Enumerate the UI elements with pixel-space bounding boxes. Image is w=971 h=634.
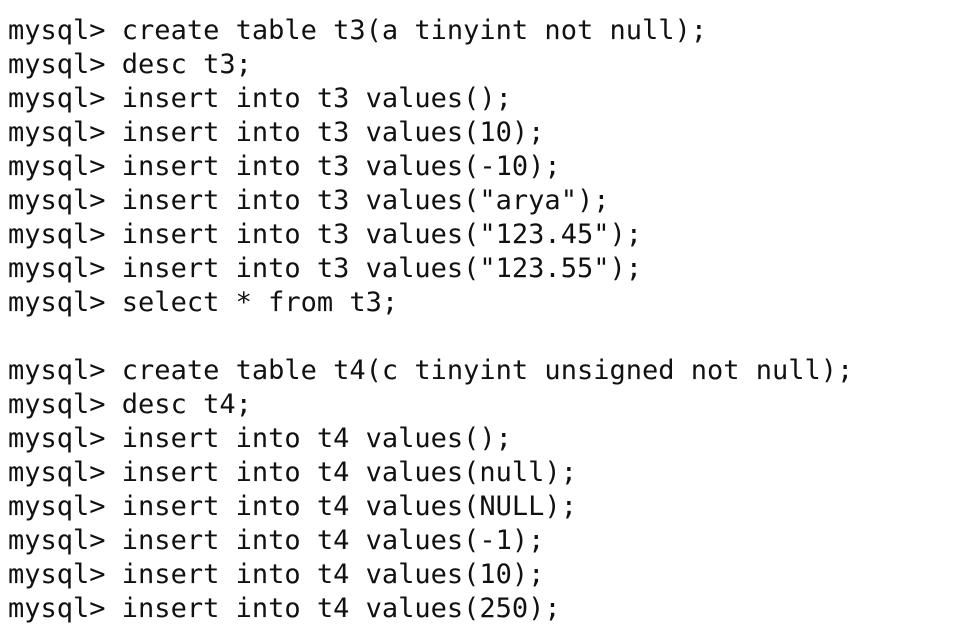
- command-line: mysql> insert into t4 values();: [8, 422, 963, 456]
- command-text: insert into t3 values();: [121, 83, 512, 114]
- command-text: insert into t3 values(10);: [121, 117, 545, 148]
- command-line: mysql> insert into t4 values(null);: [8, 456, 963, 490]
- terminal-output: mysql> create table t3(a tinyint not nul…: [8, 14, 963, 634]
- command-line: mysql> insert into t4 values(NULL);: [8, 490, 963, 524]
- command-line: mysql> desc t4;: [8, 388, 963, 422]
- mysql-prompt: mysql>: [8, 525, 122, 556]
- command-text: insert into t3 values("123.45");: [121, 219, 642, 250]
- mysql-prompt: mysql>: [8, 185, 122, 216]
- mysql-prompt: mysql>: [8, 423, 122, 454]
- command-line: mysql> insert into t3 values(-10);: [8, 150, 963, 184]
- command-line: mysql> create table t4(c tinyint unsigne…: [8, 354, 963, 388]
- mysql-prompt: mysql>: [8, 491, 122, 522]
- mysql-prompt: mysql>: [8, 287, 122, 318]
- mysql-prompt: mysql>: [8, 253, 122, 284]
- command-line: mysql> insert into t3 values("arya");: [8, 184, 963, 218]
- command-text: create table t4(c tinyint unsigned not n…: [121, 355, 854, 386]
- command-text: insert into t3 values(-10);: [121, 151, 561, 182]
- mysql-prompt: mysql>: [8, 219, 122, 250]
- command-line: mysql> insert into t4 values(-1);: [8, 524, 963, 558]
- command-line: mysql> select * from t3;: [8, 286, 963, 320]
- mysql-prompt: mysql>: [8, 355, 122, 386]
- command-line: mysql> create table t3(a tinyint not nul…: [8, 14, 963, 48]
- command-line: mysql> insert into t3 values();: [8, 82, 963, 116]
- command-text: insert into t4 values(10);: [121, 559, 545, 590]
- mysql-prompt: mysql>: [8, 457, 122, 488]
- command-text: select * from t3;: [121, 287, 399, 318]
- mysql-prompt: mysql>: [8, 559, 122, 590]
- command-line: mysql> desc t3;: [8, 48, 963, 82]
- command-text: insert into t3 values("123.55");: [121, 253, 642, 284]
- command-line: mysql> insert into t3 values("123.55");: [8, 252, 963, 286]
- command-text: insert into t3 values("arya");: [121, 185, 610, 216]
- command-text: create table t3(a tinyint not null);: [121, 15, 707, 46]
- command-text: insert into t4 values(NULL);: [121, 491, 577, 522]
- command-text: insert into t4 values();: [121, 423, 512, 454]
- command-line: mysql> insert into t4 values(10);: [8, 558, 963, 592]
- mysql-prompt: mysql>: [8, 593, 122, 624]
- command-text: insert into t4 values(250);: [121, 593, 561, 624]
- command-text: desc t3;: [121, 49, 252, 80]
- command-text: insert into t4 values(null);: [121, 457, 577, 488]
- mysql-prompt: mysql>: [8, 15, 122, 46]
- mysql-prompt: mysql>: [8, 49, 122, 80]
- command-line: mysql> insert into t3 values(10);: [8, 116, 963, 150]
- mysql-prompt: mysql>: [8, 389, 122, 420]
- mysql-prompt: mysql>: [8, 151, 122, 182]
- command-line: mysql> insert into t3 values("123.45");: [8, 218, 963, 252]
- mysql-prompt: mysql>: [8, 83, 122, 114]
- command-text: insert into t4 values(-1);: [121, 525, 545, 556]
- command-text: desc t4;: [121, 389, 252, 420]
- command-line: mysql> insert into t4 values(250);: [8, 592, 963, 626]
- mysql-prompt: mysql>: [8, 117, 122, 148]
